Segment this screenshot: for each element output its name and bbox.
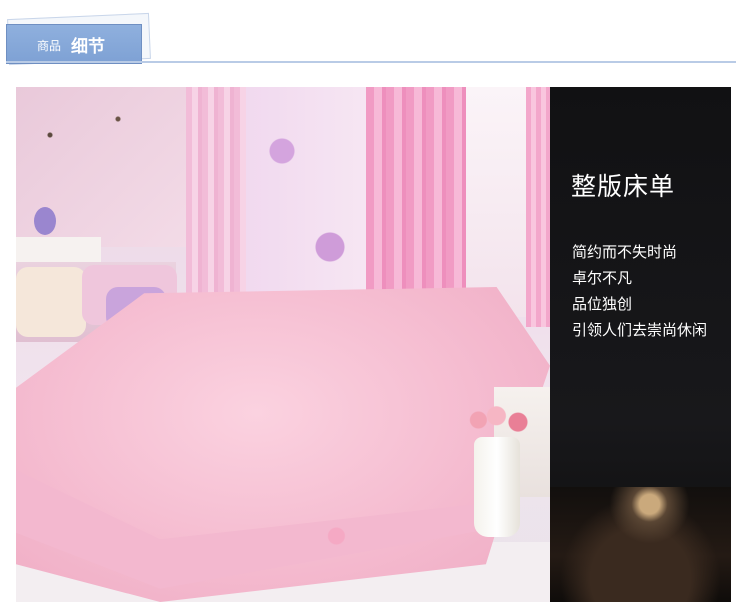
white-vase bbox=[474, 437, 520, 537]
section-header: 商品 细节 bbox=[0, 0, 740, 80]
pillow bbox=[16, 267, 86, 337]
feature-list: 简约而不失时尚 卓尔不凡 品位独创 引领人们去崇尚休闲 bbox=[572, 239, 707, 343]
curtain-right bbox=[366, 87, 466, 317]
tab-label-big: 细节 bbox=[71, 37, 105, 57]
feature-line: 引领人们去崇尚休闲 bbox=[572, 321, 708, 339]
lounge-image bbox=[550, 487, 731, 602]
feature-panel: 整版床单 简约而不失时尚 卓尔不凡 品位独创 引领人们去崇尚休闲 bbox=[550, 87, 731, 602]
feature-line: 卓尔不凡 bbox=[572, 269, 633, 287]
curtain-far bbox=[526, 87, 550, 327]
header-divider bbox=[6, 61, 736, 63]
section-tab: 商品 细节 bbox=[6, 24, 142, 64]
product-photo bbox=[16, 87, 550, 602]
tab-label-small: 商品 bbox=[37, 39, 62, 53]
feature-line: 简约而不失时尚 bbox=[572, 243, 678, 261]
flower-bouquet bbox=[464, 399, 536, 441]
feature-line: 品位独创 bbox=[572, 295, 633, 313]
purple-flowers bbox=[34, 207, 56, 235]
panel-title: 整版床单 bbox=[571, 172, 676, 201]
